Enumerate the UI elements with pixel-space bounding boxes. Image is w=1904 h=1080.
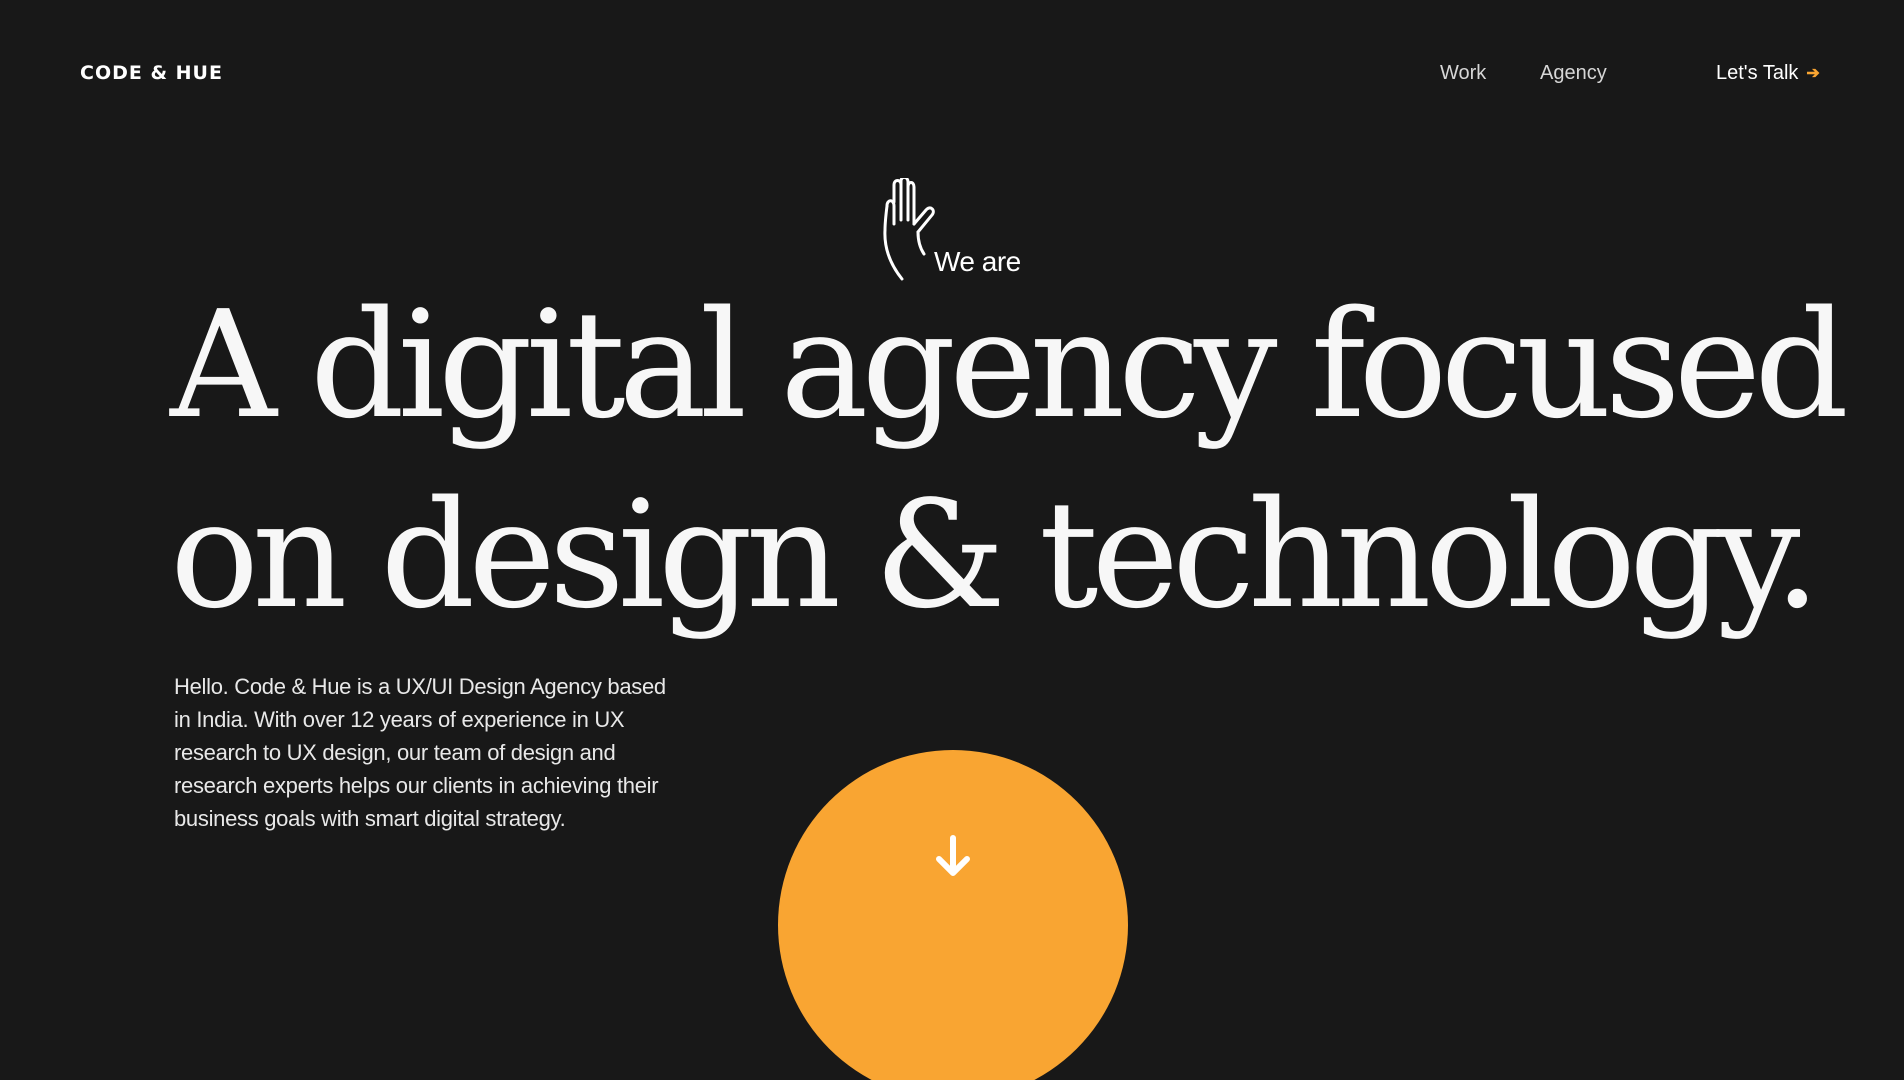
arrow-down-icon bbox=[936, 835, 970, 876]
hero-headline: A digital agency focused on design & tec… bbox=[170, 270, 1849, 650]
main-nav: Work Agency Let's Talk ➔ bbox=[0, 62, 1904, 92]
headline-line-1: A digital agency focused bbox=[170, 279, 1849, 451]
waving-hand-icon bbox=[883, 178, 935, 281]
nav-link-agency[interactable]: Agency bbox=[1540, 62, 1607, 85]
lets-talk-label: Let's Talk bbox=[1716, 62, 1799, 84]
intro-paragraph: Hello. Code & Hue is a UX/UI Design Agen… bbox=[174, 674, 666, 831]
lets-talk-button[interactable]: Let's Talk ➔ bbox=[1716, 62, 1820, 85]
scroll-down-button[interactable] bbox=[778, 750, 1128, 1080]
page: CODE & HUE Work Agency Let's Talk ➔ We a… bbox=[0, 0, 1904, 1080]
headline-line-2: on design & technology. bbox=[170, 469, 1821, 641]
nav-link-work[interactable]: Work bbox=[1440, 62, 1486, 85]
greeting: We are bbox=[880, 178, 1040, 282]
arrow-right-icon: ➔ bbox=[1806, 64, 1820, 82]
